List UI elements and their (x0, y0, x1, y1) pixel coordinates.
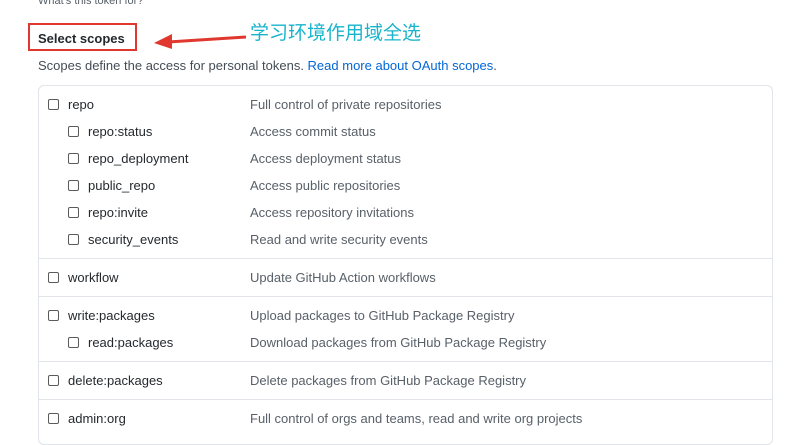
scope-row-public-repo[interactable]: public_repo Access public repositories (39, 173, 772, 199)
scope-name: repo:invite (88, 205, 148, 220)
scope-row-repo-status[interactable]: repo:status Access commit status (39, 119, 772, 145)
scope-row-repo[interactable]: repo Full control of private repositorie… (39, 92, 772, 118)
select-scopes-heading: Select scopes (38, 31, 125, 46)
group-divider (39, 258, 772, 259)
scopes-description-end: . (493, 58, 497, 73)
scope-description: Access public repositories (250, 178, 401, 193)
scope-description: Read and write security events (250, 232, 428, 247)
scopes-description: Scopes define the access for personal to… (38, 58, 497, 73)
group-divider (39, 361, 772, 362)
annotation-arrow-icon (154, 34, 247, 49)
scope-description: Upload packages to GitHub Package Regist… (250, 308, 515, 323)
scope-row-workflow[interactable]: workflow Update GitHub Action workflows (39, 265, 772, 291)
scope-checkbox-delete-packages[interactable] (48, 375, 59, 386)
scope-row-repo-invite[interactable]: repo:invite Access repository invitation… (39, 200, 772, 226)
scope-checkbox-repo-deployment[interactable] (68, 153, 79, 164)
group-divider (39, 399, 772, 400)
annotation-text: 学习环境作用域全选 (250, 22, 422, 44)
scope-name: repo:status (88, 124, 153, 139)
scope-checkbox-security-events[interactable] (68, 234, 79, 245)
scope-description: Download packages from GitHub Package Re… (250, 335, 547, 350)
scope-checkbox-repo-status[interactable] (68, 126, 79, 137)
scope-checkbox-public-repo[interactable] (68, 180, 79, 191)
scope-name: repo (68, 97, 95, 112)
scope-name: repo_deployment (88, 151, 189, 166)
scope-row-delete-packages[interactable]: delete:packages Delete packages from Git… (39, 368, 772, 394)
scopes-list: repo Full control of private repositorie… (38, 85, 773, 445)
scope-name: admin:org (68, 411, 126, 426)
scope-name: delete:packages (68, 373, 163, 388)
scope-name: workflow (68, 270, 119, 285)
scope-description: Access commit status (250, 124, 376, 139)
scope-description: Update GitHub Action workflows (250, 270, 436, 285)
oauth-scopes-link[interactable]: Read more about OAuth scopes (308, 58, 494, 73)
scope-description: Full control of private repositories (250, 97, 442, 112)
scope-row-admin-org[interactable]: admin:org Full control of orgs and teams… (39, 406, 772, 432)
scope-description: Access deployment status (250, 151, 402, 166)
scope-description: Access repository invitations (250, 205, 415, 220)
scope-name: security_events (88, 232, 179, 247)
token-purpose-label: What's this token for? (38, 0, 144, 7)
scope-name: public_repo (88, 178, 156, 193)
scopes-description-text: Scopes define the access for personal to… (38, 58, 308, 73)
scope-checkbox-admin-org[interactable] (48, 413, 59, 424)
scope-checkbox-repo[interactable] (48, 99, 59, 110)
scope-checkbox-repo-invite[interactable] (68, 207, 79, 218)
scope-description: Full control of orgs and teams, read and… (250, 411, 583, 426)
scope-description: Delete packages from GitHub Package Regi… (250, 373, 527, 388)
scope-checkbox-read-packages[interactable] (68, 337, 79, 348)
scope-name: write:packages (68, 308, 155, 323)
scope-row-security-events[interactable]: security_events Read and write security … (39, 227, 772, 253)
scope-row-write-packages[interactable]: write:packages Upload packages to GitHub… (39, 303, 772, 329)
scope-row-repo-deployment[interactable]: repo_deployment Access deployment status (39, 146, 772, 172)
scope-checkbox-write-packages[interactable] (48, 310, 59, 321)
scope-row-read-packages[interactable]: read:packages Download packages from Git… (39, 330, 772, 356)
scope-name: read:packages (88, 335, 174, 350)
scope-checkbox-workflow[interactable] (48, 272, 59, 283)
group-divider (39, 296, 772, 297)
